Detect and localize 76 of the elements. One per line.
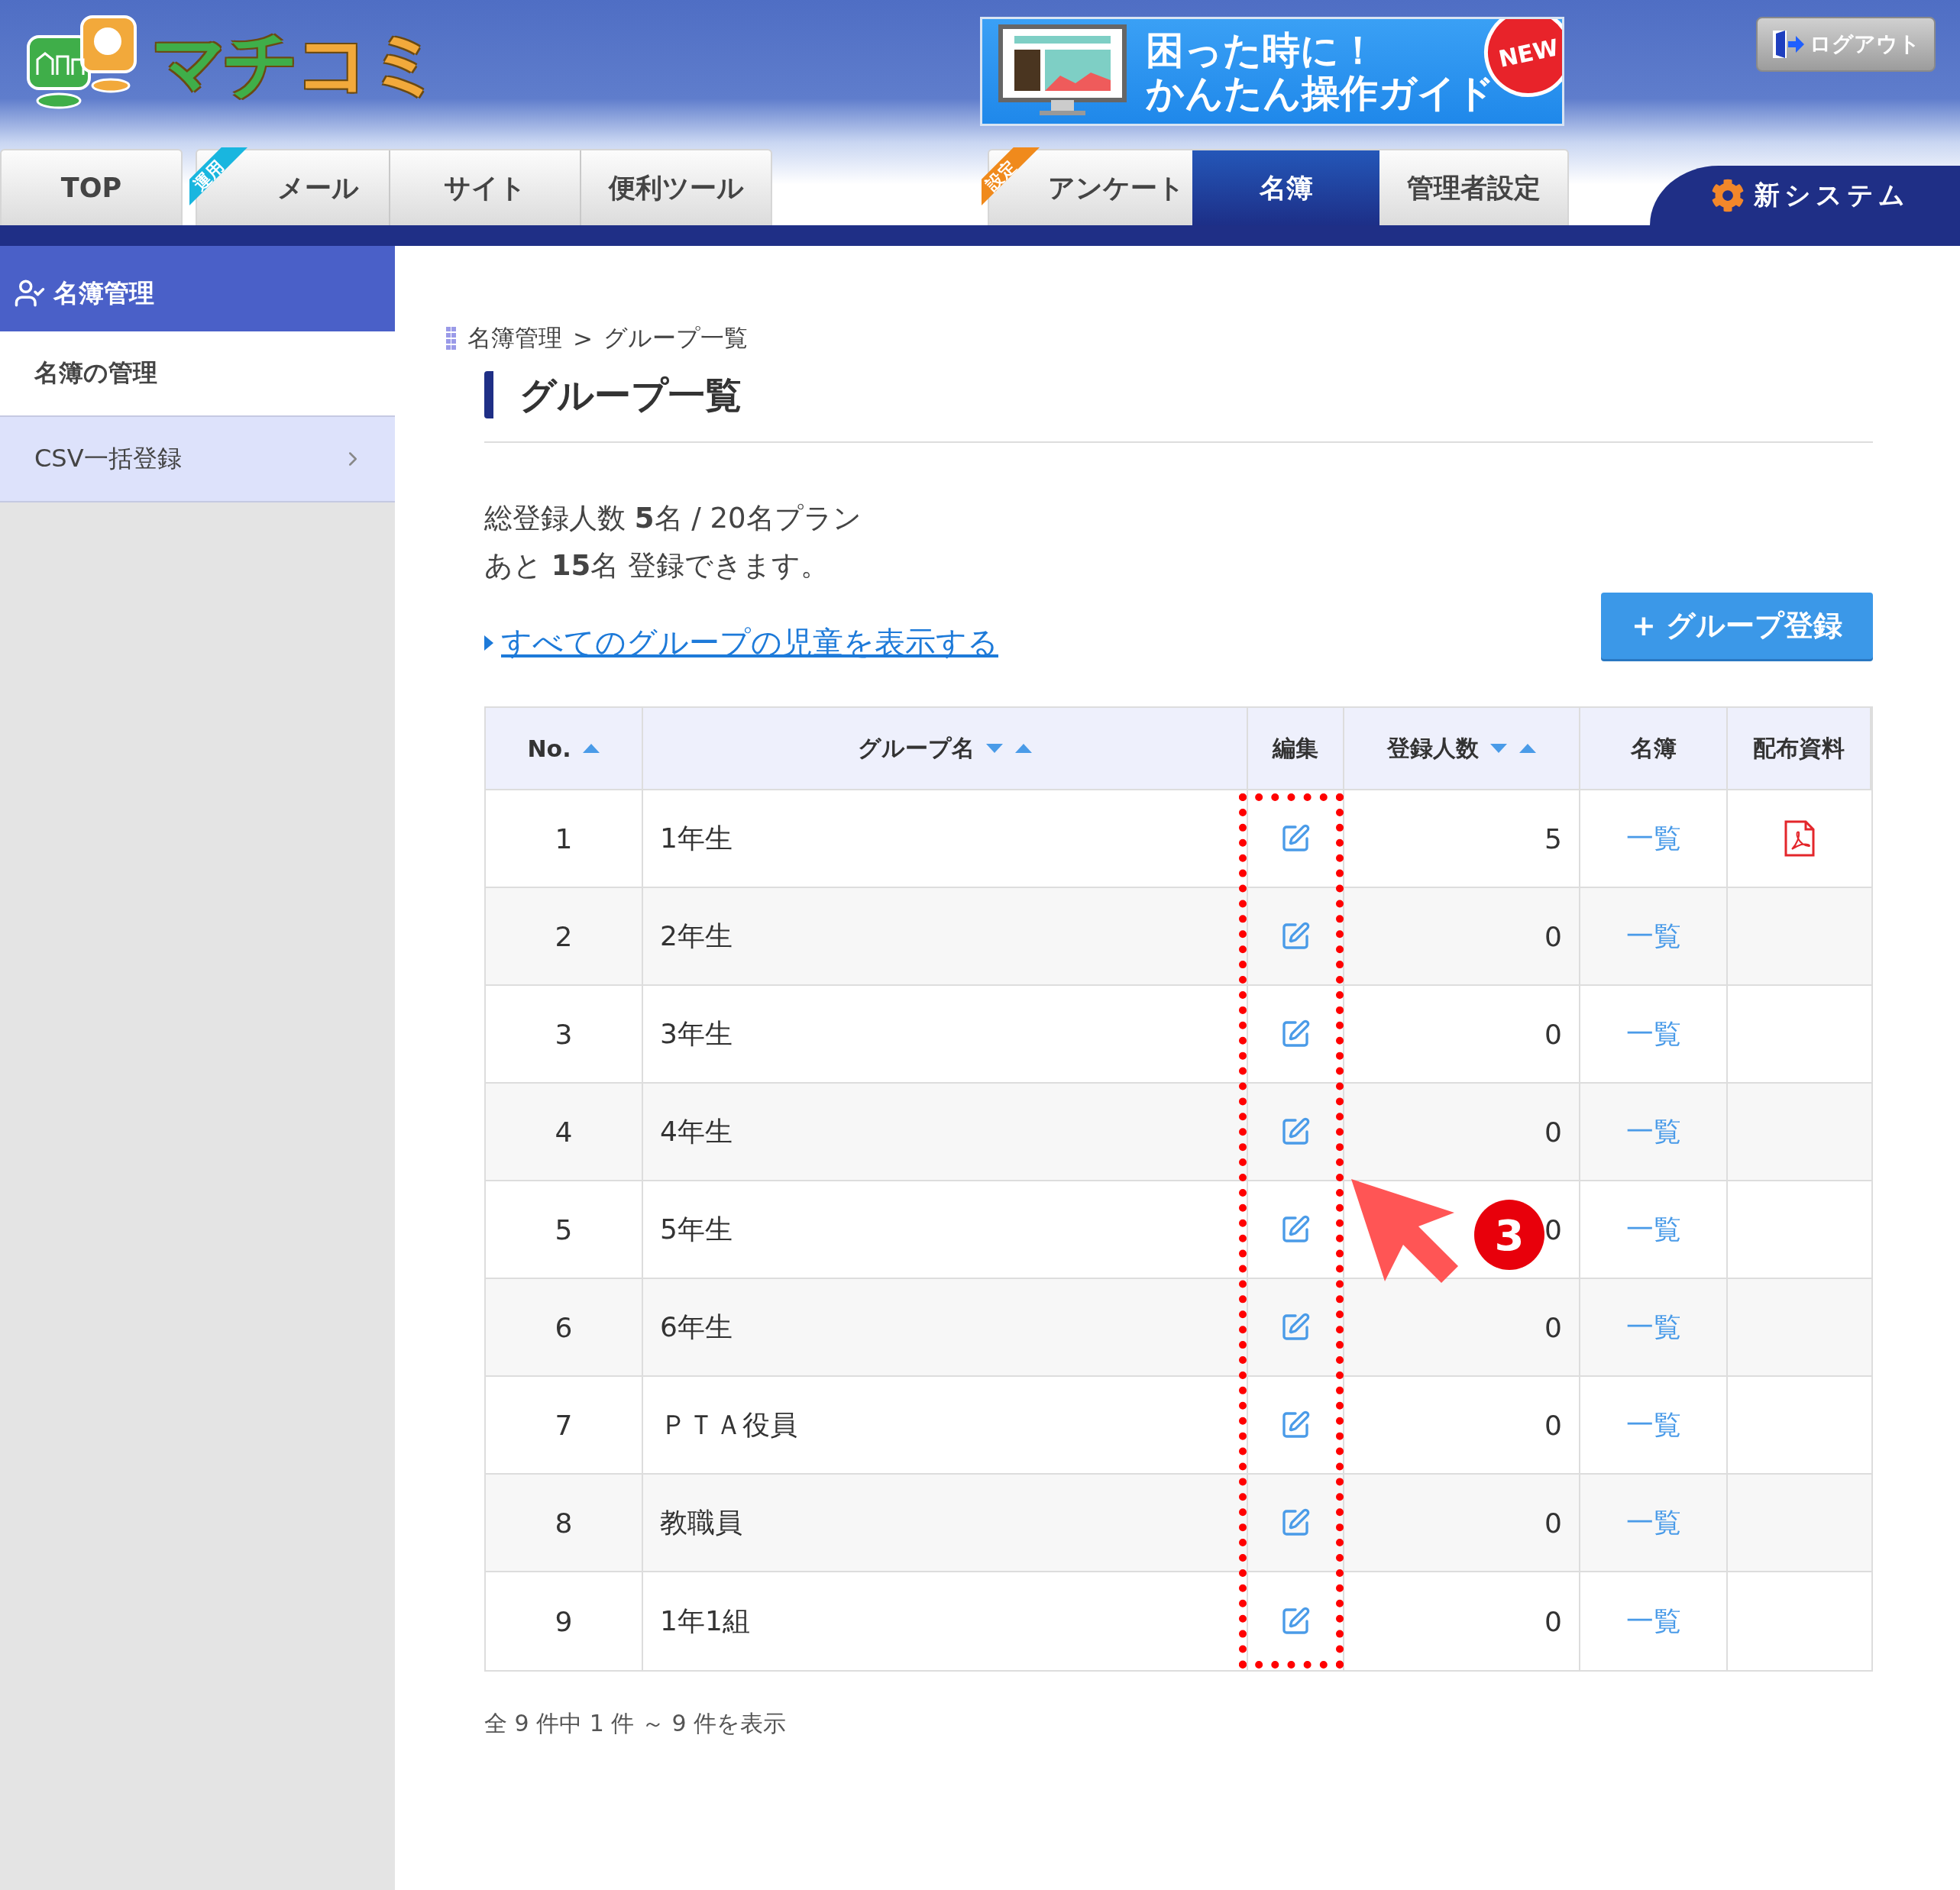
sort-down-icon[interactable] <box>985 743 1004 754</box>
nav-tab[interactable]: TOP <box>2 150 181 225</box>
column-label: 配布資料 <box>1753 733 1845 763</box>
breadcrumb-separator: > <box>573 325 593 352</box>
edit-icon[interactable] <box>1280 1410 1311 1440</box>
edit-icon[interactable] <box>1280 1312 1311 1342</box>
table-cell: 4年生 <box>643 1084 1248 1181</box>
column-header[interactable]: グループ名 <box>643 708 1248 790</box>
sidebar-title: 名簿管理 <box>0 246 395 331</box>
table-cell: 4 <box>486 1084 643 1181</box>
table-cell: 2年生 <box>643 888 1248 986</box>
sidebar-item-label: CSV一括登録 <box>34 443 182 474</box>
breadcrumb-item: グループ一覧 <box>603 323 748 353</box>
nav-tab[interactable]: 管理者設定 <box>1379 150 1567 225</box>
summary-text: あと 15名 登録できます。 <box>484 548 830 583</box>
nav-tab[interactable]: アンケート <box>1040 150 1192 225</box>
breadcrumb-item[interactable]: 名簿管理 <box>467 322 562 354</box>
exit-door-icon <box>1771 29 1805 60</box>
nav-tab[interactable]: メール <box>247 150 389 225</box>
table-cell: 教職員 <box>643 1475 1248 1572</box>
table-cell: ＰＴＡ役員 <box>643 1377 1248 1475</box>
sidebar-item-label: 名簿の管理 <box>34 357 157 389</box>
gear-icon <box>1711 179 1745 212</box>
banner-text: 困った時に！ <box>1146 28 1378 72</box>
show-all-link[interactable]: すべてのグループの児童を表示する <box>501 622 998 664</box>
pdf-icon[interactable] <box>1784 820 1815 857</box>
column-header[interactable]: 登録人数 <box>1344 708 1580 790</box>
edit-icon[interactable] <box>1280 1116 1311 1147</box>
table-cell: 5年生 <box>643 1181 1248 1279</box>
table-cell: 8 <box>486 1475 643 1572</box>
table-cell: 0 <box>1344 1279 1580 1377</box>
sort-up-icon[interactable] <box>1518 743 1537 754</box>
sort-down-icon[interactable] <box>1489 743 1508 754</box>
edit-icon[interactable] <box>1280 921 1311 951</box>
logo-text: マチコミ <box>152 27 439 100</box>
guide-banner[interactable]: 困った時に！ かんたん操作ガイド NEW <box>980 17 1564 126</box>
table-cell: 3年生 <box>643 986 1248 1084</box>
table-cell: 5 <box>1344 790 1580 888</box>
pagination-text: 全 9 件中 1 件 ～ 9 件を表示 <box>484 1709 787 1738</box>
nav-tab[interactable]: 名簿 <box>1192 150 1379 225</box>
ribbon-label: 運用 <box>189 147 247 205</box>
table-cell: 0 <box>1344 1084 1580 1181</box>
grip-icon <box>446 327 457 350</box>
table-cell: 1 <box>486 790 643 888</box>
sidebar-item[interactable]: CSV一括登録 <box>0 417 395 502</box>
table-cell: 0 <box>1344 888 1580 986</box>
ribbon-label: 設定 <box>982 147 1040 205</box>
column-label: 名簿 <box>1630 733 1677 763</box>
column-label: 編集 <box>1273 733 1318 763</box>
table-cell: 0 <box>1344 1377 1580 1475</box>
table-cell: 2 <box>486 888 643 986</box>
summary-text: 総登録人数 5名 / 20名プラン <box>484 501 862 536</box>
edit-icon[interactable] <box>1280 1606 1311 1636</box>
table-cell: 0 <box>1344 1475 1580 1572</box>
column-label: グループ名 <box>857 733 975 763</box>
page-title: グループ一覧 <box>484 371 1873 418</box>
table-cell: 5 <box>486 1181 643 1279</box>
edit-icon[interactable] <box>1280 1507 1311 1538</box>
column-header[interactable]: No. <box>486 708 643 790</box>
table-cell: 3 <box>486 986 643 1084</box>
table-cell: 6年生 <box>643 1279 1248 1377</box>
table-cell: 7 <box>486 1377 643 1475</box>
sidebar-item[interactable]: 名簿の管理 <box>0 331 395 417</box>
edit-icon[interactable] <box>1280 823 1311 854</box>
sort-up-icon[interactable] <box>1014 743 1033 754</box>
table-cell: 0 <box>1344 986 1580 1084</box>
table-cell: 1年生 <box>643 790 1248 888</box>
table-cell: 6 <box>486 1279 643 1377</box>
column-label: 登録人数 <box>1386 733 1479 763</box>
sort-up-icon[interactable] <box>581 743 600 754</box>
banner-text: かんたん操作ガイド <box>1146 71 1495 115</box>
edit-icon[interactable] <box>1280 1214 1311 1245</box>
edit-icon[interactable] <box>1280 1019 1311 1049</box>
new-system-link[interactable]: 新システム <box>1650 166 1960 225</box>
column-label: No. <box>527 735 571 762</box>
triangle-right-icon <box>484 635 493 651</box>
